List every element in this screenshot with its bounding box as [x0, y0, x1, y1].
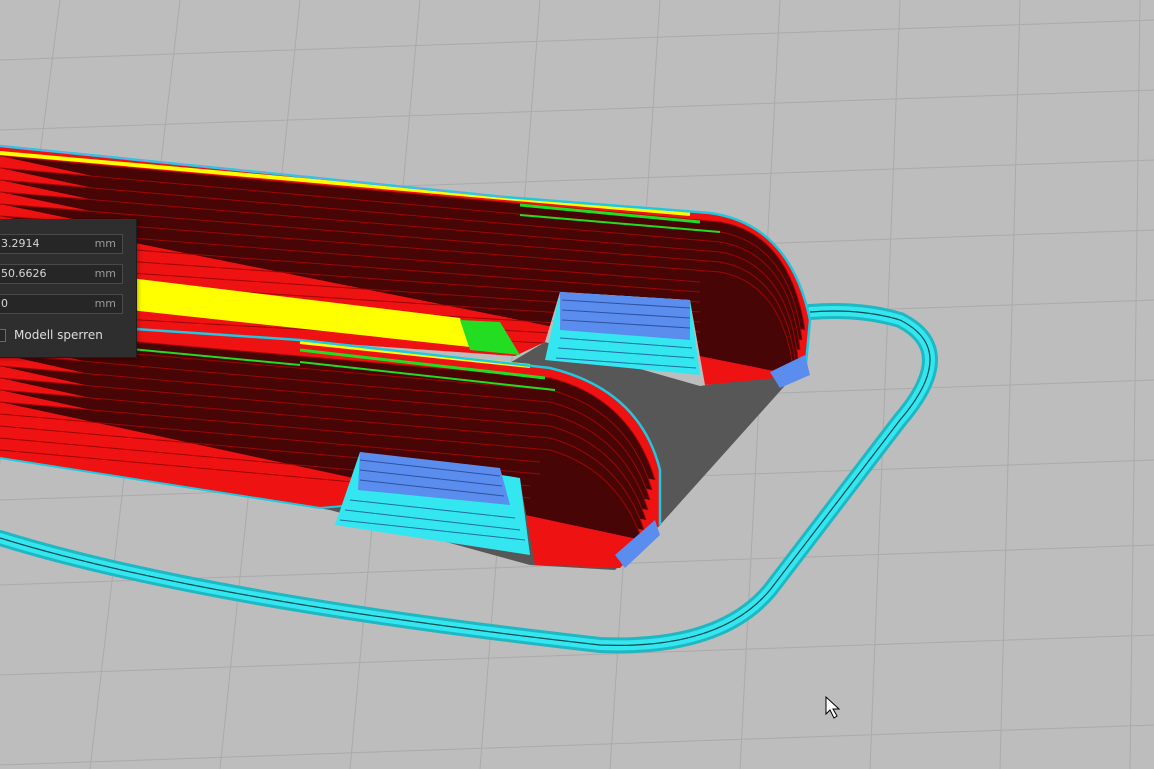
z-position-field[interactable]: 0 mm [0, 294, 123, 314]
lock-model-row[interactable]: Modell sperren [0, 327, 134, 345]
move-tool-panel: 3.2914 mm 50.6626 mm 0 mm Modell sperren [0, 219, 137, 358]
y-position-value: 50.6626 [1, 267, 47, 280]
x-position-value: 3.2914 [1, 237, 40, 250]
x-position-field[interactable]: 3.2914 mm [0, 234, 123, 254]
y-position-unit: mm [94, 267, 116, 280]
x-position-unit: mm [94, 237, 116, 250]
z-position-unit: mm [94, 297, 116, 310]
3d-viewport[interactable] [0, 0, 1154, 769]
lock-model-label: Modell sperren [14, 328, 103, 342]
y-position-field[interactable]: 50.6626 mm [0, 264, 123, 284]
lock-model-checkbox[interactable] [0, 329, 6, 342]
z-position-value: 0 [1, 297, 8, 310]
